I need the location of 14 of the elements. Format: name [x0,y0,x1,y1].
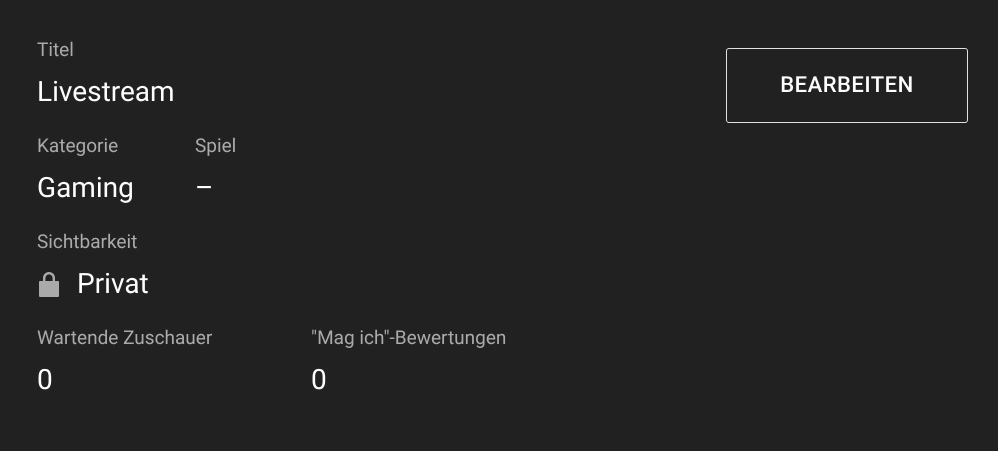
field-value: Gaming [37,170,134,206]
field-label: Sichtbarkeit [37,230,138,254]
field-value: 0 [37,362,53,398]
field-value: 0 [311,362,327,398]
field-label: Titel [37,38,75,62]
field-label: "Mag ich"-Bewertungen [311,326,506,350]
edit-button[interactable]: BEARBEITEN [726,48,968,123]
field-value: – [195,170,214,206]
lock-icon [37,270,61,298]
field-value: Privat [77,266,149,302]
field-label: Kategorie [37,134,120,158]
field-label: Wartende Zuschauer [37,326,214,350]
field-label: Spiel [195,134,236,158]
field-value: Livestream [37,74,175,110]
